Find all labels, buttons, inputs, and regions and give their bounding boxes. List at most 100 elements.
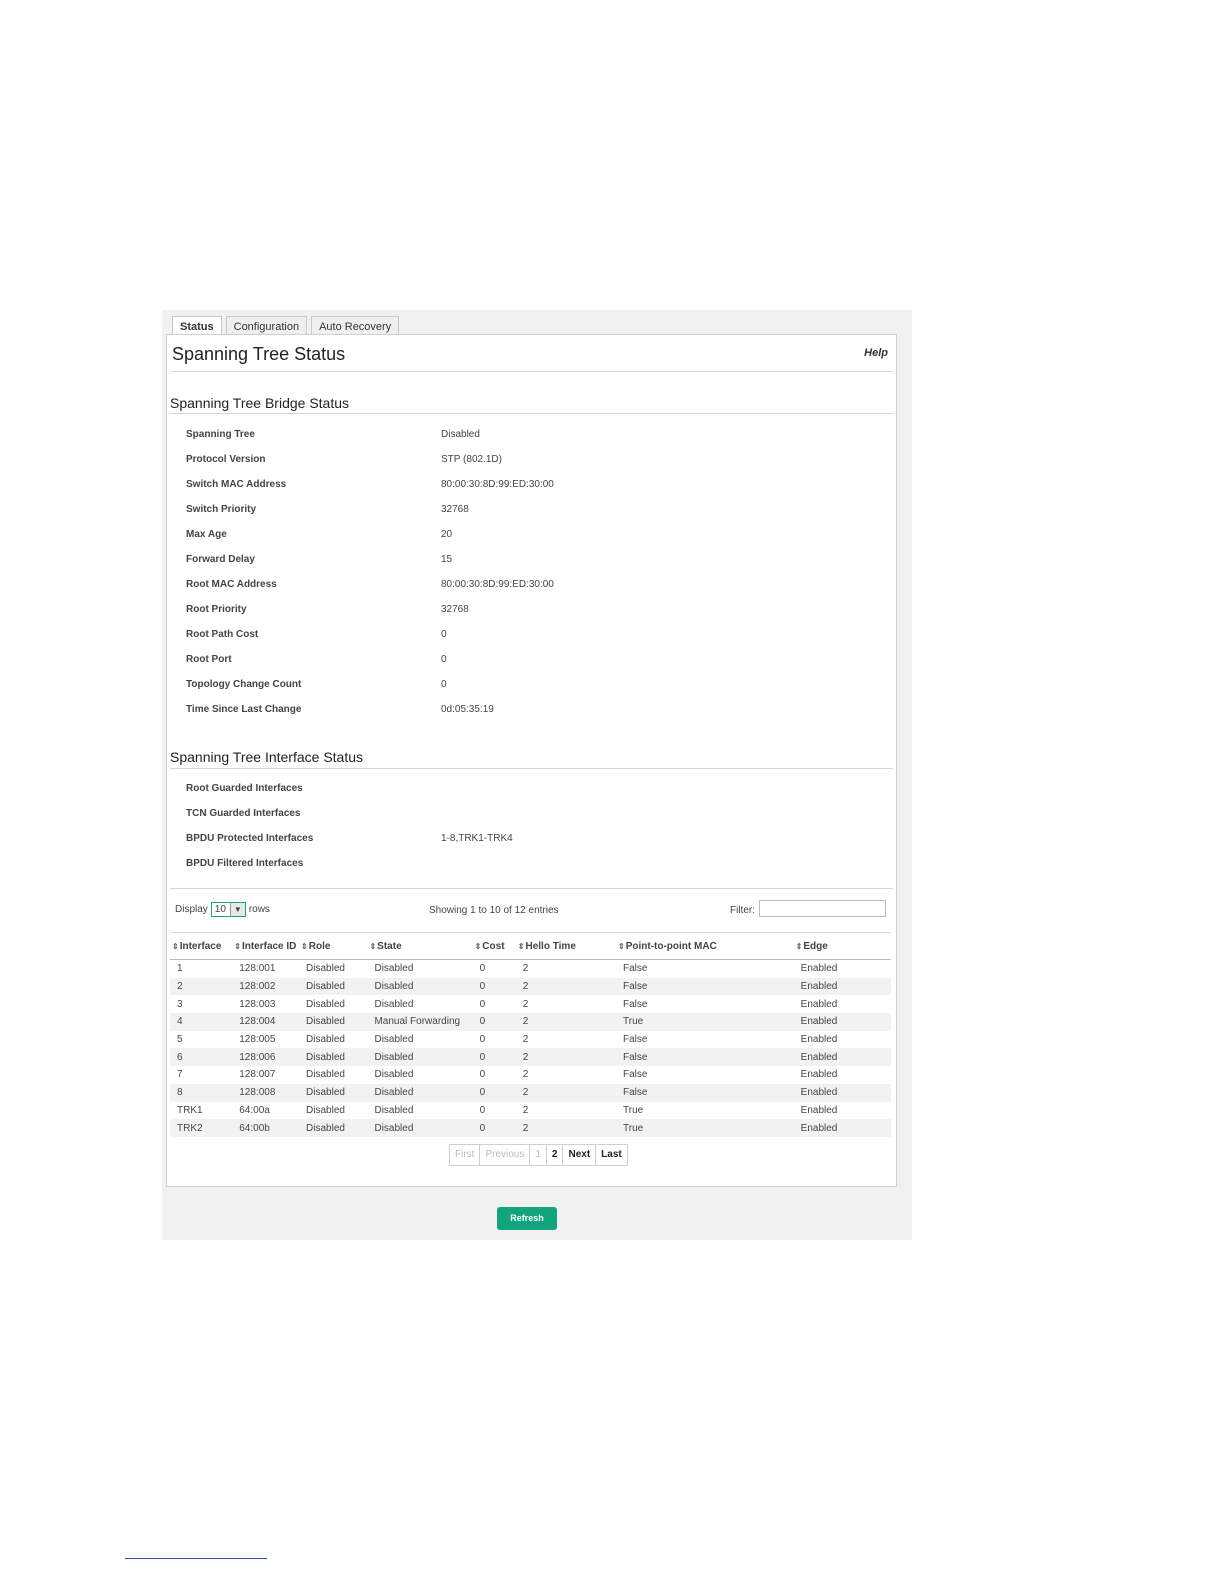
status-value: 0 [441,654,447,665]
filter-label: Filter: [730,905,755,916]
cell-state: Disabled [367,977,473,996]
cell-cost: 0 [472,1030,516,1049]
status-row-switch-priority: Switch Priority 32768 [167,504,896,529]
chevron-down-icon[interactable]: ▼ [229,903,245,916]
column-header-point-to-point-mac[interactable]: ⇕Point-to-point MAC [616,932,794,960]
cell-role: Disabled [299,1013,368,1031]
sort-icon[interactable]: ⇕ [369,942,376,951]
page-1-button[interactable]: 1 [530,1145,547,1165]
first-page-button[interactable]: First [450,1145,481,1165]
cell-state: Disabled [367,959,473,978]
rows-per-page-value: 10 [214,904,226,915]
sort-icon[interactable]: ⇕ [518,942,525,951]
column-header-cost[interactable]: ⇕Cost [472,932,516,960]
column-header-label: Cost [482,940,505,952]
cell-interface-id: 64:00b [232,1119,300,1137]
page-title: Spanning Tree Status [172,344,346,364]
status-panel: Spanning Tree Status Help Spanning Tree … [166,334,897,1187]
status-label: Spanning Tree [186,429,255,440]
column-header-label: State [377,940,402,952]
status-label: Root Priority [186,604,247,615]
table-row: 3 128:003 Disabled Disabled 0 2 False Enabled [170,995,891,1014]
cell-edge: Enabled [793,1101,891,1120]
column-header-edge[interactable]: ⇕Edge [793,932,891,960]
sort-icon[interactable]: ⇕ [301,942,308,951]
status-value: Disabled [441,429,480,440]
table-row: 2 128:002 Disabled Disabled 0 2 False Enabled [170,977,891,996]
cell-edge: Enabled [793,1013,891,1031]
cell-edge: Enabled [793,1119,891,1137]
cell-state: Manual Forwarding [367,1013,473,1031]
cell-hello-time: 2 [515,1066,616,1084]
sort-icon[interactable]: ⇕ [234,942,241,951]
cell-state: Disabled [367,1066,473,1084]
status-row-root-mac-address: Root MAC Address 80:00:30:8D:99:ED:30:00 [167,579,896,604]
status-label: Switch MAC Address [186,479,287,490]
last-page-button[interactable]: Last [596,1145,627,1165]
cell-point-to-point-mac: False [616,1048,794,1067]
cell-state: Disabled [367,995,473,1014]
cell-hello-time: 2 [515,1013,616,1031]
sort-icon[interactable]: ⇕ [796,942,803,951]
cell-role: Disabled [299,1030,368,1049]
sort-icon[interactable]: ⇕ [475,942,482,951]
interface-status-list: Root Guarded Interfaces TCN Guarded Inter… [167,783,896,883]
column-header-label: Interface [179,940,222,952]
column-header-label: Role [308,940,331,952]
cell-interface-id: 128:008 [232,1083,300,1102]
sort-icon[interactable]: ⇕ [618,942,625,951]
status-row-bpdu-protected-interfaces: BPDU Protected Interfaces 1-8,TRK1-TRK4 [167,833,896,858]
previous-page-button[interactable]: Previous [480,1145,531,1165]
column-header-hello-time[interactable]: ⇕Hello Time [515,932,616,960]
status-value: 20 [441,529,453,540]
cell-hello-time: 2 [515,1101,616,1120]
cell-hello-time: 2 [515,1119,616,1137]
status-label: Root Port [186,654,232,665]
status-row-spanning-tree: Spanning Tree Disabled [167,429,896,454]
cell-interface-id: 128:003 [232,995,300,1014]
status-row-tcn-guarded-interfaces: TCN Guarded Interfaces [167,808,896,833]
status-row-topology-change-count: Topology Change Count 0 [167,679,896,704]
cell-hello-time: 2 [515,995,616,1014]
cell-hello-time: 2 [515,1030,616,1049]
pagination: First Previous 1 2 Next Last [449,1144,628,1166]
cell-hello-time: 2 [515,1048,616,1067]
cell-point-to-point-mac: False [616,1066,794,1084]
cell-point-to-point-mac: True [616,1119,794,1137]
cell-role: Disabled [299,1066,368,1084]
cell-state: Disabled [367,1048,473,1067]
table-row: 5 128:005 Disabled Disabled 0 2 False Enabled [170,1030,891,1049]
sort-icon[interactable]: ⇕ [172,942,179,951]
next-page-button[interactable]: Next [563,1145,597,1165]
rows-per-page-select[interactable]: 10 ▼ [210,902,246,917]
cell-cost: 0 [472,1101,516,1120]
status-value: 0d:05:35:19 [441,704,494,715]
column-header-interface-id[interactable]: ⇕Interface ID [232,932,300,960]
cell-cost: 0 [472,959,516,978]
refresh-button[interactable]: Refresh [497,1207,557,1230]
cell-point-to-point-mac: False [616,1083,794,1102]
status-value: 32768 [441,504,469,515]
cell-edge: Enabled [793,1083,891,1102]
column-header-interface[interactable]: ⇕Interface [170,932,233,960]
cell-hello-time: 2 [515,959,616,978]
column-header-state[interactable]: ⇕State [367,932,473,960]
cell-cost: 0 [472,1066,516,1084]
column-header-role[interactable]: ⇕Role [299,932,368,960]
cell-cost: 0 [472,1048,516,1067]
page-2-button[interactable]: 2 [547,1145,564,1165]
table-row: 1 128:001 Disabled Disabled 0 2 False Enabled [170,959,891,978]
cell-role: Disabled [299,1119,368,1137]
status-label: BPDU Protected Interfaces [186,833,314,844]
cell-hello-time: 2 [515,1083,616,1102]
filter-input[interactable] [759,900,886,917]
interface-table: ⇕Interface ⇕Interface ID ⇕Role ⇕State ⇕Cost ⇕… [170,932,891,1137]
table-header-row: ⇕Interface ⇕Interface ID ⇕Role ⇕State ⇕Cost ⇕… [170,932,891,960]
cell-interface: 3 [170,995,233,1014]
entries-info: Showing 1 to 10 of 12 entries [429,905,559,916]
help-link[interactable]: Help [864,347,888,359]
cell-cost: 0 [472,1119,516,1137]
cell-state: Disabled [367,1101,473,1120]
cell-interface: 6 [170,1048,233,1067]
status-label: BPDU Filtered Interfaces [186,858,304,869]
